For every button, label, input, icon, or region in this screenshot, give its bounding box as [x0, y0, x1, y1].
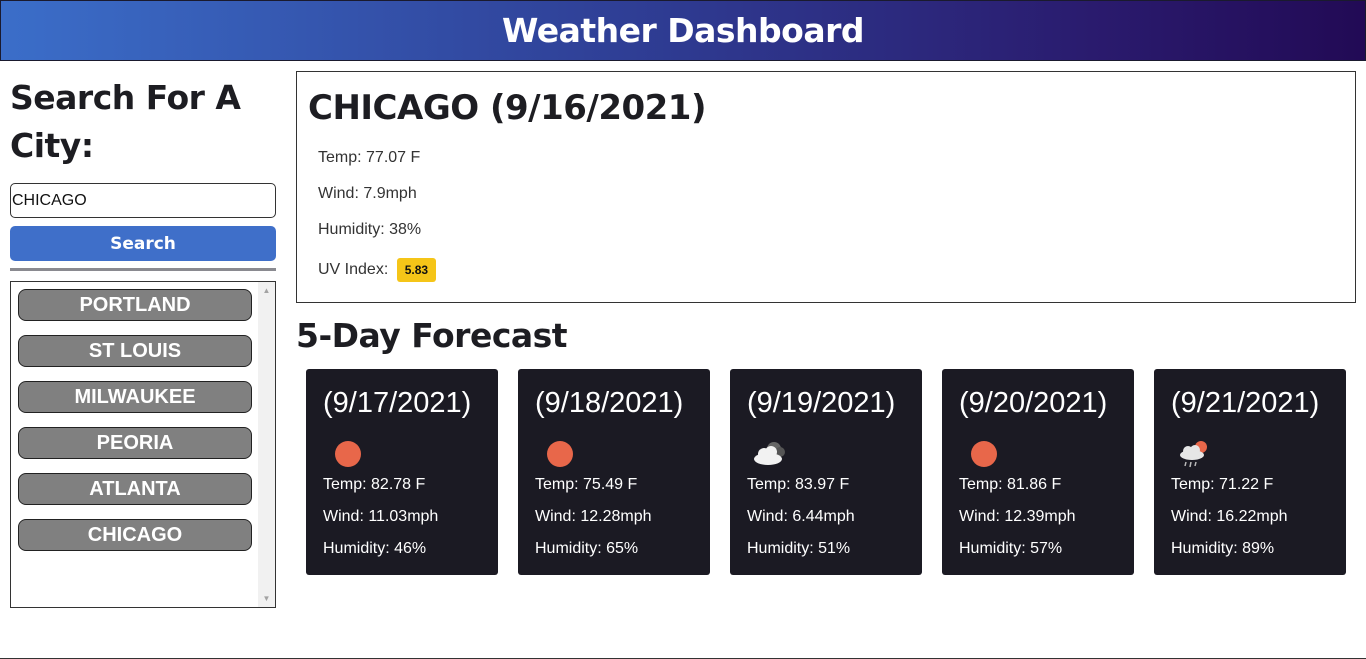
- city-search-input[interactable]: [10, 183, 276, 218]
- forecast-humidity: Humidity: 46%: [323, 540, 427, 557]
- sun-icon: [547, 441, 573, 467]
- forecast-temp: Temp: 81.86 F: [959, 476, 1062, 493]
- sun-icon: [971, 441, 997, 467]
- forecast-humidity: Humidity: 51%: [747, 540, 851, 557]
- forecast-humidity: Humidity: 89%: [1171, 540, 1275, 557]
- forecast-temp: Temp: 83.97 F: [747, 476, 850, 493]
- forecast-date: (9/18/2021): [535, 387, 684, 419]
- forecast-date: (9/21/2021): [1171, 387, 1320, 419]
- forecast-title: 5-Day Forecast: [296, 316, 568, 355]
- search-button[interactable]: Search: [10, 226, 276, 261]
- history-item-chicago[interactable]: CHICAGO: [18, 519, 252, 551]
- current-wind: Wind: 7.9mph: [318, 185, 417, 202]
- forecast-wind: Wind: 11.03mph: [323, 508, 439, 525]
- forecast-wind: Wind: 16.22mph: [1171, 508, 1288, 525]
- forecast-card: (9/21/2021) Temp: 71.22 F Wind: 16.22mph…: [1154, 369, 1346, 575]
- forecast-card: (9/19/2021) Temp: 83.97 F Wind: 6.44mph …: [730, 369, 922, 575]
- rain-icon: [1180, 441, 1207, 468]
- current-city-title: CHICAGO (9/16/2021): [308, 88, 707, 128]
- cloudy-icon: [754, 442, 785, 465]
- history-item-peoria[interactable]: PEORIA: [18, 427, 252, 459]
- sun-icon: [335, 441, 361, 467]
- forecast-temp: Temp: 75.49 F: [535, 476, 638, 493]
- uv-index-badge: 5.83: [396, 258, 437, 282]
- history-item-milwaukee[interactable]: MILWAUKEE: [18, 381, 252, 413]
- divider: [10, 268, 276, 271]
- forecast-wind: Wind: 12.28mph: [535, 508, 652, 525]
- history-list: PORTLAND ST LOUIS MILWAUKEE PEORIA ATLAN…: [18, 289, 252, 565]
- current-weather-panel: CHICAGO (9/16/2021) Temp: 77.07 F Wind: …: [296, 71, 1356, 303]
- forecast-row: (9/17/2021) Temp: 82.78 F Wind: 11.03mph…: [306, 369, 1346, 575]
- forecast-card: (9/20/2021) Temp: 81.86 F Wind: 12.39mph…: [942, 369, 1134, 575]
- forecast-card: (9/17/2021) Temp: 82.78 F Wind: 11.03mph…: [306, 369, 498, 575]
- scroll-up-arrow-icon[interactable]: ▲: [258, 282, 275, 299]
- app-header: Weather Dashboard: [0, 0, 1366, 61]
- forecast-date: (9/17/2021): [323, 387, 472, 419]
- scroll-down-arrow-icon[interactable]: ▼: [258, 590, 275, 607]
- forecast-wind: Wind: 6.44mph: [747, 508, 855, 525]
- current-temp: Temp: 77.07 F: [318, 149, 421, 166]
- sidebar: Search For A City: Search PORTLAND ST LO…: [10, 74, 276, 608]
- history-scrollbar[interactable]: ▲ ▼: [258, 282, 275, 607]
- search-history: PORTLAND ST LOUIS MILWAUKEE PEORIA ATLAN…: [10, 281, 276, 608]
- history-item-st-louis[interactable]: ST LOUIS: [18, 335, 252, 367]
- history-item-atlanta[interactable]: ATLANTA: [18, 473, 252, 505]
- uv-label: UV Index:: [318, 261, 389, 279]
- forecast-card: (9/18/2021) Temp: 75.49 F Wind: 12.28mph…: [518, 369, 710, 575]
- forecast-humidity: Humidity: 57%: [959, 540, 1063, 557]
- history-item-portland[interactable]: PORTLAND: [18, 289, 252, 321]
- search-title: Search For A City:: [10, 78, 241, 165]
- forecast-date: (9/20/2021): [959, 387, 1108, 419]
- forecast-humidity: Humidity: 65%: [535, 540, 639, 557]
- current-humidity: Humidity: 38%: [318, 221, 422, 238]
- forecast-temp: Temp: 71.22 F: [1171, 476, 1274, 493]
- current-uv: UV Index: 5.83: [318, 258, 437, 282]
- forecast-date: (9/19/2021): [747, 387, 896, 419]
- app-title: Weather Dashboard: [501, 11, 865, 50]
- forecast-temp: Temp: 82.78 F: [323, 476, 426, 493]
- forecast-wind: Wind: 12.39mph: [959, 508, 1076, 525]
